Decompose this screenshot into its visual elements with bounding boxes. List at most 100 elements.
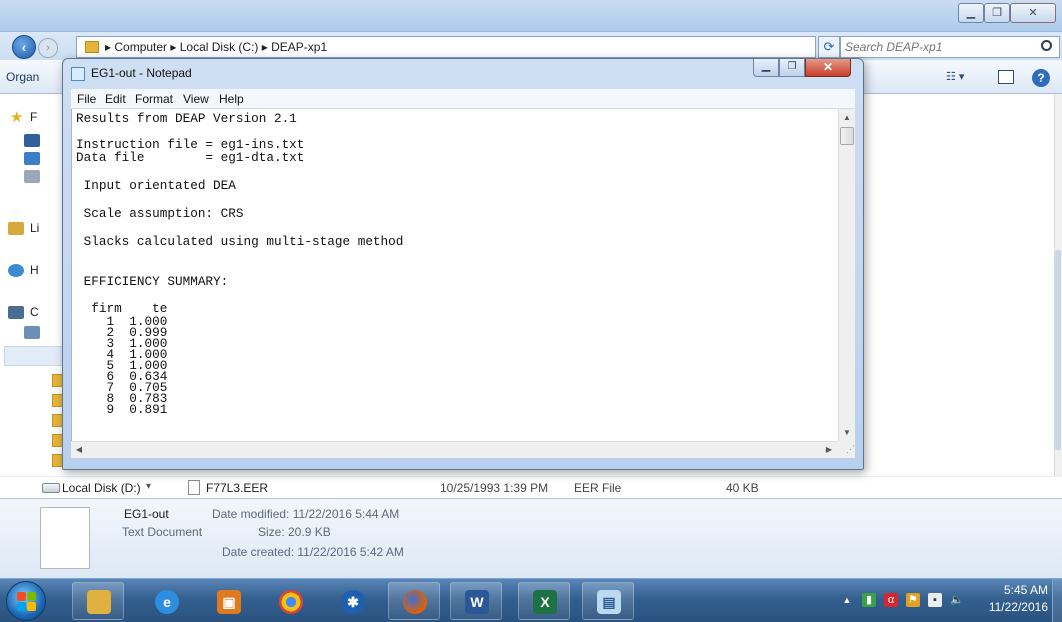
clock-time[interactable]: 5:45 AM bbox=[978, 583, 1048, 597]
file-name[interactable]: F77L3.EER bbox=[206, 481, 268, 495]
media-player-icon: ▣ bbox=[217, 590, 241, 614]
notepad-title: EG1-out - Notepad bbox=[91, 66, 192, 80]
text-line: Scale assumption: CRS bbox=[76, 206, 244, 221]
taskbar-bluetooth-button[interactable]: ✱ bbox=[326, 582, 378, 620]
device-icon[interactable]: ▪ bbox=[928, 593, 942, 607]
file-icon bbox=[188, 480, 200, 495]
notepad-maximize-button[interactable]: ❐ bbox=[779, 59, 805, 77]
file-size: 40 KB bbox=[726, 481, 759, 495]
scrollbar-thumb[interactable] bbox=[840, 127, 854, 145]
text-line: EFFICIENCY SUMMARY: bbox=[76, 274, 229, 289]
details-file-type: Text Document bbox=[122, 525, 203, 539]
drive-icon bbox=[42, 483, 60, 493]
drive-c-icon[interactable] bbox=[24, 326, 40, 339]
notepad-menubar: File Edit Format View Help bbox=[71, 89, 855, 109]
chevron-down-icon[interactable]: ▾ bbox=[146, 481, 151, 492]
help-icon[interactable]: ? bbox=[1032, 69, 1050, 87]
scroll-down-icon[interactable]: ▼ bbox=[839, 424, 855, 441]
nav-selected-item[interactable] bbox=[4, 346, 66, 366]
text-document-icon bbox=[40, 507, 90, 569]
windows-logo-icon bbox=[17, 592, 26, 601]
address-field[interactable]: ▸ Computer ▸ Local Disk (C:) ▸ DEAP-xp1 … bbox=[76, 36, 886, 58]
notepad-text-area[interactable]: Results from DEAP Version 2.1 Instructio… bbox=[71, 109, 838, 441]
folder-icon bbox=[87, 590, 111, 614]
network-icon[interactable]: ▮ bbox=[862, 593, 876, 607]
explorer-maximize-button[interactable]: ❐ bbox=[984, 3, 1010, 23]
chrome-icon bbox=[279, 590, 303, 614]
start-button[interactable] bbox=[6, 581, 46, 621]
refresh-button[interactable]: ⟳ bbox=[818, 36, 840, 58]
flag-icon[interactable]: ⚑ bbox=[906, 593, 920, 607]
taskbar-word-button[interactable]: W bbox=[450, 582, 502, 620]
excel-icon: X bbox=[533, 590, 557, 614]
text-line: Results from DEAP Version 2.1 bbox=[76, 111, 297, 126]
taskbar-excel-button[interactable]: X bbox=[518, 582, 570, 620]
desktop-icon[interactable] bbox=[24, 134, 40, 147]
navigation-pane: ★ F Li H C bbox=[0, 94, 66, 484]
nav-libraries-label[interactable]: Li bbox=[30, 221, 39, 235]
details-pane: EG1-out Text Document Date modified: 11/… bbox=[0, 498, 1062, 578]
address-path[interactable]: ▸ Computer ▸ Local Disk (C:) ▸ DEAP-xp1 bbox=[105, 40, 327, 54]
forward-button[interactable]: › bbox=[38, 38, 58, 58]
drive-label[interactable]: Local Disk (D:) bbox=[62, 481, 141, 495]
scroll-left-icon[interactable]: ◀ bbox=[71, 442, 87, 458]
details-file-name: EG1-out bbox=[124, 507, 169, 521]
search-box[interactable] bbox=[840, 36, 1060, 58]
nav-favorites-label[interactable]: F bbox=[30, 110, 37, 124]
notepad-vertical-scrollbar[interactable]: ▲ ▼ bbox=[838, 109, 855, 441]
menu-format[interactable]: Format bbox=[135, 92, 173, 106]
folder-icon bbox=[85, 41, 99, 53]
clock-date[interactable]: 11/22/2016 bbox=[978, 600, 1048, 614]
taskbar-firefox-button[interactable] bbox=[388, 582, 440, 620]
details-size: Size: 20.9 KB bbox=[258, 525, 331, 539]
text-line: 9 0.891 bbox=[76, 402, 168, 417]
taskbar-chrome-button[interactable] bbox=[264, 582, 316, 620]
windows-logo-icon bbox=[17, 602, 26, 611]
explorer-titlebar[interactable]: ▁ ❐ ✕ bbox=[0, 0, 1062, 32]
back-button[interactable]: ‹ bbox=[12, 35, 36, 59]
menu-edit[interactable]: Edit bbox=[105, 92, 126, 106]
bluetooth-icon: ✱ bbox=[341, 590, 365, 614]
scroll-right-icon[interactable]: ▶ bbox=[821, 442, 837, 458]
taskbar-media-button[interactable]: ▣ bbox=[202, 582, 254, 620]
explorer-scrollbar-thumb[interactable] bbox=[1055, 250, 1061, 450]
notepad-icon bbox=[71, 67, 85, 81]
explorer-close-button[interactable]: ✕ bbox=[1010, 3, 1056, 23]
favorites-star-icon[interactable]: ★ bbox=[10, 108, 30, 126]
downloads-icon[interactable] bbox=[24, 152, 40, 165]
recent-places-icon[interactable] bbox=[24, 170, 40, 183]
taskbar-ie-button[interactable]: e bbox=[140, 582, 192, 620]
notepad-close-button[interactable]: ✕ bbox=[805, 59, 851, 77]
show-hidden-icons-icon[interactable]: ▲ bbox=[840, 593, 854, 607]
organize-button[interactable]: Organ bbox=[6, 70, 39, 84]
menu-view[interactable]: View bbox=[183, 92, 209, 106]
windows-logo-icon bbox=[27, 592, 36, 601]
file-type: EER File bbox=[574, 481, 622, 495]
nav-computer-label[interactable]: C bbox=[30, 305, 39, 319]
homegroup-icon[interactable] bbox=[8, 264, 24, 277]
firefox-icon bbox=[403, 590, 427, 614]
search-icon[interactable] bbox=[1041, 40, 1052, 51]
search-input[interactable] bbox=[845, 39, 1030, 55]
change-view-icon[interactable]: ☷ ▾ bbox=[946, 70, 972, 84]
taskbar-explorer-button[interactable] bbox=[72, 582, 124, 620]
preview-pane-icon[interactable] bbox=[998, 70, 1014, 84]
windows-logo-icon bbox=[27, 602, 36, 611]
file-list-row[interactable]: Local Disk (D:) ▾ F77L3.EER 10/25/1993 1… bbox=[0, 476, 1062, 498]
libraries-icon[interactable] bbox=[8, 222, 24, 235]
nav-homegroup-label[interactable]: H bbox=[30, 263, 39, 277]
scroll-up-icon[interactable]: ▲ bbox=[839, 109, 855, 126]
computer-icon[interactable] bbox=[8, 306, 24, 319]
notepad-minimize-button[interactable]: ▁ bbox=[753, 59, 779, 77]
notepad-horizontal-scrollbar[interactable]: ◀ ▶ bbox=[71, 441, 838, 458]
show-desktop-button[interactable] bbox=[1052, 579, 1062, 622]
resize-grip-icon[interactable]: ⋰ bbox=[838, 441, 855, 458]
taskbar-notepad-button[interactable]: ▤ bbox=[582, 582, 634, 620]
address-bar-row: ‹ › ▸ Computer ▸ Local Disk (C:) ▸ DEAP-… bbox=[0, 32, 1062, 60]
antivirus-icon[interactable]: α bbox=[884, 593, 898, 607]
volume-icon[interactable]: 🔈 bbox=[950, 593, 964, 607]
explorer-minimize-button[interactable]: ▁ bbox=[958, 3, 984, 23]
menu-help[interactable]: Help bbox=[219, 92, 244, 106]
menu-file[interactable]: File bbox=[77, 92, 96, 106]
word-icon: W bbox=[465, 590, 489, 614]
